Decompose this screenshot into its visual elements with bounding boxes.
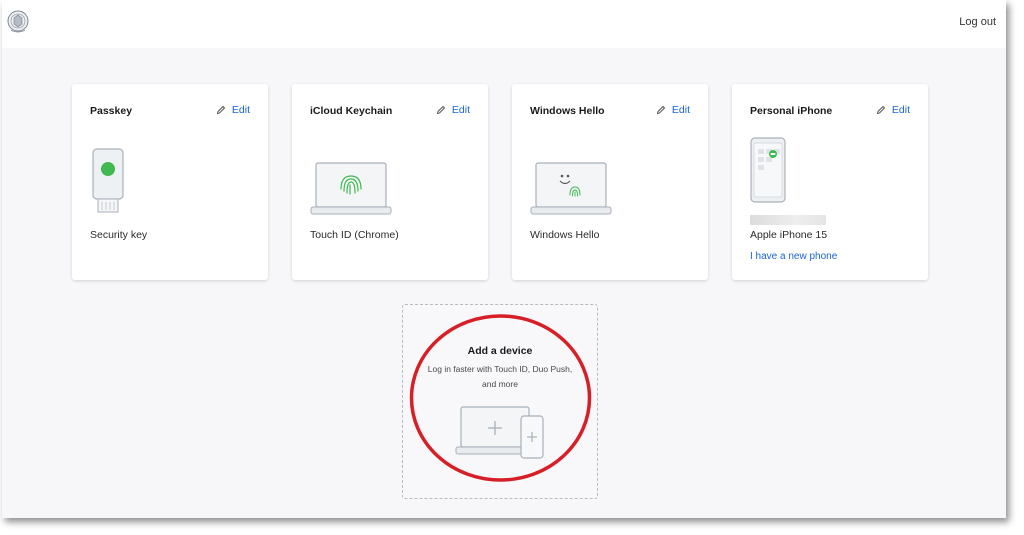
device-card-title: Windows Hello [530,105,605,117]
edit-button[interactable]: Edit [876,104,910,116]
phone-duo-icon [750,137,788,210]
logout-link[interactable]: Log out [959,16,996,28]
edit-button[interactable]: Edit [436,104,470,116]
edit-label: Edit [671,104,690,116]
laptop-face-icon [530,161,612,222]
device-label: Touch ID (Chrome) [310,229,399,241]
edit-button[interactable]: Edit [656,104,690,116]
device-label: Windows Hello [530,229,600,241]
add-device-card[interactable]: Add a device Log in faster with Touch ID… [402,304,598,499]
device-card-title: iCloud Keychain [310,105,393,117]
edit-button[interactable]: Edit [216,104,250,116]
device-card-passkey: Passkey Edit Security key [72,84,268,280]
device-card-icloud-keychain: iCloud Keychain Edit Touch ID (Chrome) [292,84,488,280]
security-key-icon [92,148,126,219]
device-card-windows-hello: Windows Hello Edit Windows Hello [512,84,708,280]
app-window: Log out Passkey Edit Security key iCloud… [2,0,1006,518]
edit-label: Edit [891,104,910,116]
phone-number-redacted [750,215,826,225]
top-bar: Log out [2,0,1006,48]
pencil-icon [436,105,446,115]
pencil-icon [656,105,666,115]
device-label: Security key [90,229,148,241]
pencil-icon [876,105,886,115]
add-device-title: Add a device [467,345,533,357]
device-card-title: Personal iPhone [750,105,833,117]
device-label: Apple iPhone 15 [750,229,828,241]
device-card-personal-iphone: Personal iPhone Edit Apple iPhone 15 I h… [732,84,928,280]
edit-label: Edit [451,104,470,116]
add-device-description: Log in faster with Touch ID, Duo Push, a… [427,364,573,389]
new-phone-link[interactable]: I have a new phone [750,251,837,262]
laptop-fingerprint-icon [310,161,392,222]
add-device-icon [455,405,547,468]
device-card-title: Passkey [90,105,133,117]
edit-label: Edit [231,104,250,116]
university-seal-icon[interactable] [6,8,30,36]
pencil-icon [216,105,226,115]
